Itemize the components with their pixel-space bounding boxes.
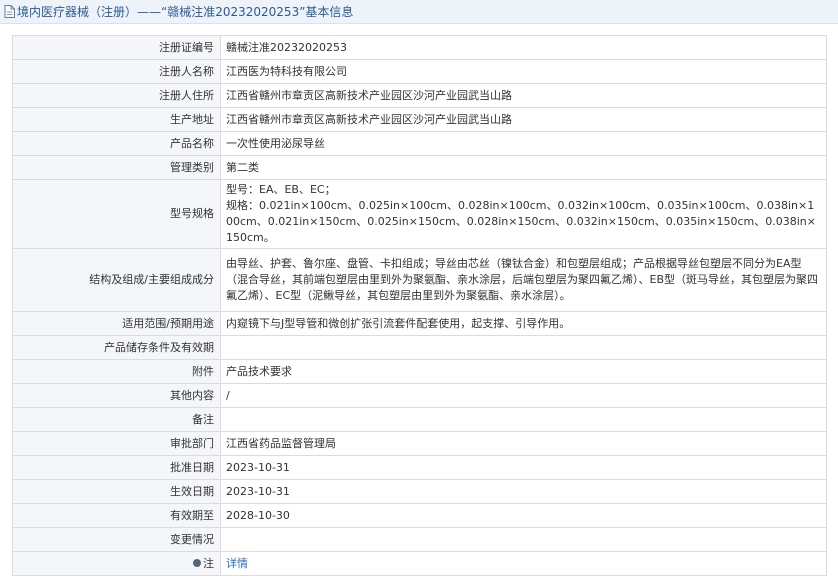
row-value xyxy=(220,335,827,360)
row-value: / xyxy=(220,383,827,408)
row-label: 产品储存条件及有效期 xyxy=(12,335,221,360)
model-line: 型号：EA、EB、EC； xyxy=(226,183,336,196)
table-row-reg-no: 注册证编号 赣械注准20232020253 xyxy=(12,35,827,60)
row-value: 型号：EA、EB、EC； 规格：0.021in×100cm、0.025in×10… xyxy=(220,179,827,249)
document-icon xyxy=(4,5,15,18)
row-value: 2023-10-31 xyxy=(220,455,827,480)
row-label: 结构及组成/主要组成成分 xyxy=(12,248,221,312)
row-label: 附件 xyxy=(12,359,221,384)
row-value: 江西省药品监督管理局 xyxy=(220,431,827,456)
row-value: 2023-10-31 xyxy=(220,479,827,504)
row-value: 江西医为特科技有限公司 xyxy=(220,59,827,84)
table-row-structure: 结构及组成/主要组成成分 由导丝、护套、鲁尔座、盘管、卡扣组成；导丝由芯丝（镍钛… xyxy=(12,248,827,312)
info-bullet-icon xyxy=(193,558,201,567)
row-label: 型号规格 xyxy=(12,179,221,249)
row-label: 管理类别 xyxy=(12,155,221,180)
row-label: 其他内容 xyxy=(12,383,221,408)
row-label: 有效期至 xyxy=(12,503,221,528)
row-label: 产品名称 xyxy=(12,131,221,156)
row-value xyxy=(220,407,827,432)
row-value: 产品技术要求 xyxy=(220,359,827,384)
row-label: 审批部门 xyxy=(12,431,221,456)
page-title-bar: 境内医疗器械（注册）——“赣械注准20232020253”基本信息 xyxy=(0,0,838,24)
spec-line: 规格：0.021in×100cm、0.025in×100cm、0.028in×1… xyxy=(226,199,816,244)
table-row-expiry-date: 有效期至 2028-10-30 xyxy=(12,503,827,528)
row-value xyxy=(220,527,827,552)
row-label: 注 xyxy=(12,551,221,576)
note-label: 注 xyxy=(203,556,214,570)
row-value: 一次性使用泌尿导丝 xyxy=(220,131,827,156)
table-row-remark: 备注 xyxy=(12,407,827,432)
table-row-other: 其他内容 / xyxy=(12,383,827,408)
table-row-attachment: 附件 产品技术要求 xyxy=(12,359,827,384)
row-label: 备注 xyxy=(12,407,221,432)
row-label: 生效日期 xyxy=(12,479,221,504)
table-row-scope: 适用范围/预期用途 内窥镜下与J型导管和微创扩张引流套件配套使用，起支撑、引导作… xyxy=(12,311,827,336)
row-value: 详情 xyxy=(220,551,827,576)
row-value: 江西省赣州市章贡区高新技术产业园区沙河产业园武当山路 xyxy=(220,107,827,132)
row-value: 江西省赣州市章贡区高新技术产业园区沙河产业园武当山路 xyxy=(220,83,827,108)
table-row-effective-date: 生效日期 2023-10-31 xyxy=(12,479,827,504)
row-value: 2028-10-30 xyxy=(220,503,827,528)
table-row-production-address: 生产地址 江西省赣州市章贡区高新技术产业园区沙河产业园武当山路 xyxy=(12,107,827,132)
row-value: 赣械注准20232020253 xyxy=(220,35,827,60)
table-row-registrant: 注册人名称 江西医为特科技有限公司 xyxy=(12,59,827,84)
row-label: 注册人住所 xyxy=(12,83,221,108)
table-row-approval-date: 批准日期 2023-10-31 xyxy=(12,455,827,480)
row-label: 注册人名称 xyxy=(12,59,221,84)
table-row-product-name: 产品名称 一次性使用泌尿导丝 xyxy=(12,131,827,156)
page-title: 境内医疗器械（注册）——“赣械注准20232020253”基本信息 xyxy=(17,5,354,19)
row-value: 第二类 xyxy=(220,155,827,180)
row-label: 变更情况 xyxy=(12,527,221,552)
row-label: 批准日期 xyxy=(12,455,221,480)
table-row-category: 管理类别 第二类 xyxy=(12,155,827,180)
table-row-note: 注 详情 xyxy=(12,551,827,576)
table-row-changes: 变更情况 xyxy=(12,527,827,552)
table-row-model-spec: 型号规格 型号：EA、EB、EC； 规格：0.021in×100cm、0.025… xyxy=(12,179,827,249)
table-row-approval-dept: 审批部门 江西省药品监督管理局 xyxy=(12,431,827,456)
details-link[interactable]: 详情 xyxy=(226,557,248,570)
row-value: 内窥镜下与J型导管和微创扩张引流套件配套使用，起支撑、引导作用。 xyxy=(220,311,827,336)
device-info-table: 注册证编号 赣械注准20232020253 注册人名称 江西医为特科技有限公司 … xyxy=(12,35,827,576)
row-value: 由导丝、护套、鲁尔座、盘管、卡扣组成；导丝由芯丝（镍钛合金）和包塑层组成；产品根… xyxy=(220,248,827,312)
table-row-registrant-address: 注册人住所 江西省赣州市章贡区高新技术产业园区沙河产业园武当山路 xyxy=(12,83,827,108)
table-row-storage: 产品储存条件及有效期 xyxy=(12,335,827,360)
row-label: 注册证编号 xyxy=(12,35,221,60)
row-label: 适用范围/预期用途 xyxy=(12,311,221,336)
row-label: 生产地址 xyxy=(12,107,221,132)
